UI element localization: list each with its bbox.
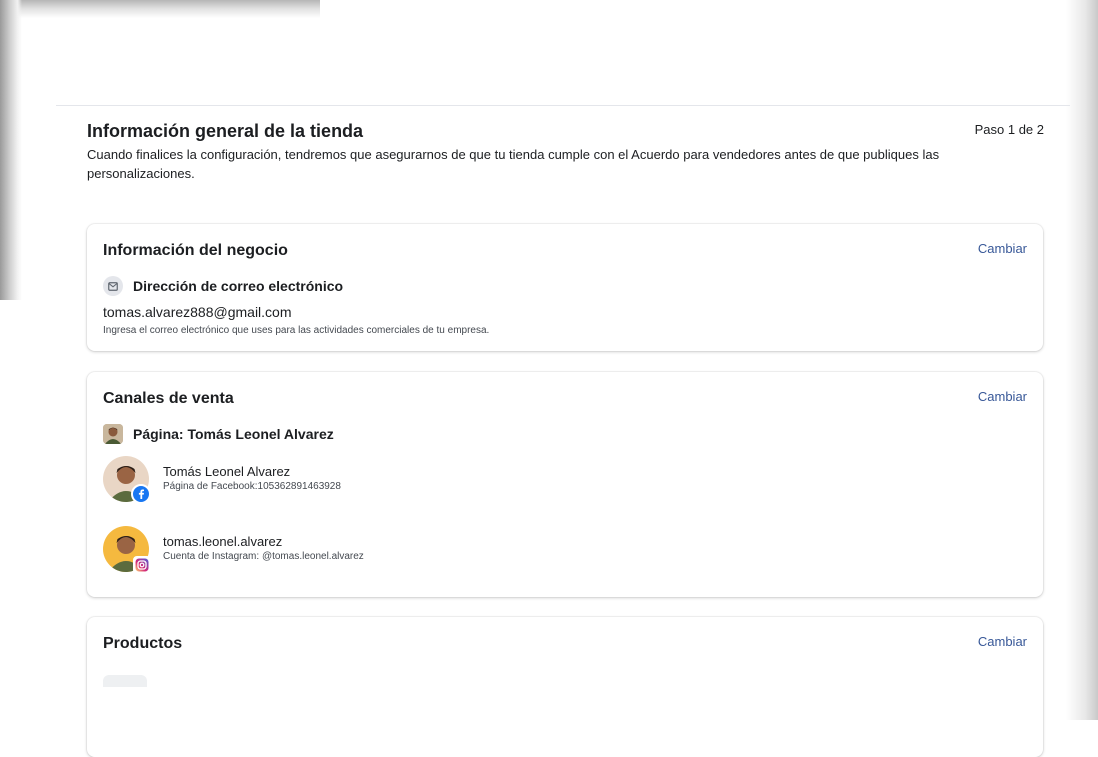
- email-heading-row: Dirección de correo electrónico: [103, 276, 343, 296]
- facebook-avatar-wrap: [103, 456, 151, 504]
- products-card: Productos Cambiar: [87, 617, 1043, 757]
- business-change-link[interactable]: Cambiar: [978, 241, 1027, 256]
- email-value: tomas.alvarez888@gmail.com: [103, 304, 292, 320]
- facebook-account-info: Tomás Leonel Alvarez Página de Facebook:…: [163, 464, 341, 494]
- step-indicator: Paso 1 de 2: [974, 122, 1044, 137]
- instagram-account-name: tomas.leonel.alvarez: [163, 534, 283, 549]
- instagram-account-handle: Cuenta de Instagram: @tomas.leonel.alvar…: [163, 551, 364, 562]
- facebook-account-name: Tomás Leonel Alvarez: [163, 464, 291, 479]
- facebook-account-row[interactable]: Tomás Leonel Alvarez Página de Facebook:…: [103, 456, 341, 504]
- facebook-icon: [131, 484, 151, 504]
- instagram-icon: [133, 556, 151, 574]
- screenshot-shadow-left: [0, 0, 22, 300]
- business-info-title: Información del negocio: [103, 242, 288, 259]
- store-overview-page: Información general de la tienda Cuando …: [22, 18, 1070, 757]
- screenshot-shadow-top: [0, 0, 320, 18]
- mail-icon: [103, 276, 123, 296]
- page-avatar: [103, 424, 123, 444]
- screenshot-shadow-right: [1066, 0, 1098, 720]
- page-heading-row: Página: Tomás Leonel Alvarez: [103, 424, 334, 444]
- sales-channels-card: Canales de venta Cambiar Página: Tomás L…: [87, 372, 1043, 597]
- email-hint: Ingresa el correo electrónico que uses p…: [103, 325, 490, 336]
- overview-header: Información general de la tienda Cuando …: [87, 120, 1047, 183]
- page-label: Página: Tomás Leonel Alvarez: [133, 426, 334, 442]
- channels-change-link[interactable]: Cambiar: [978, 389, 1027, 404]
- page-description: Cuando finalices la configuración, tendr…: [87, 147, 940, 181]
- sales-channels-title: Canales de venta: [103, 390, 234, 407]
- header-divider: [56, 105, 1070, 106]
- business-info-card: Información del negocio Cambiar Direcció…: [87, 224, 1043, 351]
- products-change-link[interactable]: Cambiar: [978, 634, 1027, 649]
- instagram-avatar-wrap: [103, 526, 151, 574]
- facebook-account-id: Página de Facebook:105362891463928: [163, 481, 341, 492]
- email-label: Dirección de correo electrónico: [133, 278, 344, 294]
- products-title: Productos: [103, 635, 183, 652]
- product-thumbnail: [103, 675, 147, 687]
- instagram-account-info: tomas.leonel.alvarez Cuenta de Instagram…: [163, 534, 364, 564]
- instagram-account-row[interactable]: tomas.leonel.alvarez Cuenta de Instagram…: [103, 526, 364, 574]
- page-title: Información general de la tienda: [87, 121, 364, 141]
